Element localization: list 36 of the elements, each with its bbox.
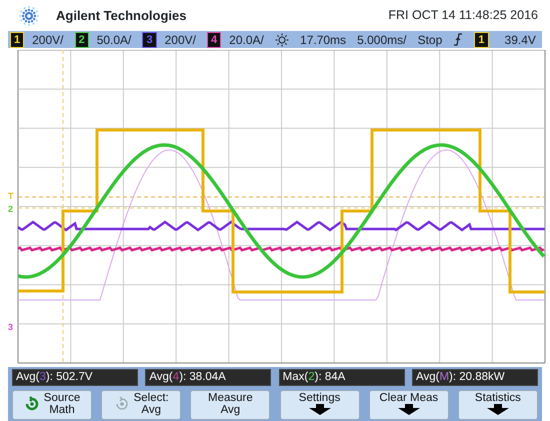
trigger-level: 39.4V (504, 32, 536, 48)
channel-scale: 20.0A/ (229, 32, 264, 48)
softkey-button[interactable]: Clear Meas (368, 390, 449, 420)
down-arrow-icon (398, 404, 420, 415)
down-arrow-icon (308, 404, 331, 415)
channel-badge: 2 (74, 32, 89, 48)
softkey-button[interactable]: Settings (280, 390, 360, 420)
knob-icon (114, 396, 130, 412)
measurement-readout: Avg(4): 38.04A (145, 369, 272, 386)
knob-icon (24, 396, 40, 412)
date-time: FRI OCT 14 11:48:25 2016 (388, 7, 538, 24)
timebase-value: 5.000ms/ (357, 32, 406, 48)
channel-badge: 4 (207, 32, 222, 48)
brand-name: Agilent Technologies (56, 6, 186, 25)
trace-marker: T (8, 192, 14, 201)
channel-badge: 3 (142, 32, 157, 48)
softkey-button[interactable]: Select: Avg (101, 390, 182, 420)
measurement-readout: Max(2): 84A (278, 369, 405, 386)
channel-scale: 200V/ (32, 32, 64, 48)
softkey-button[interactable]: Measure Avg (190, 390, 270, 420)
trace-marker: 3 (8, 323, 14, 332)
trigger-edge-icon (453, 33, 464, 46)
softkey-button[interactable]: Source Math (12, 390, 92, 420)
channel-badge: 1 (10, 32, 24, 48)
channel-scale: 200V/ (164, 32, 196, 48)
delay-value: 17.70ms (300, 32, 346, 48)
measurement-readout: Avg(3): 502.7V (12, 369, 138, 386)
channel-scale: 50.0A/ (96, 32, 132, 48)
down-arrow-icon (486, 404, 509, 415)
logo-icon (18, 4, 40, 26)
channel-badge: 1 (474, 32, 489, 48)
run-state: Stop (418, 32, 442, 48)
softkey-button[interactable]: Statistics (458, 390, 538, 420)
sun-icon (274, 32, 289, 46)
trace-marker: 2 (8, 205, 14, 214)
measurement-readout: Avg(M): 20.88kW (412, 369, 538, 386)
